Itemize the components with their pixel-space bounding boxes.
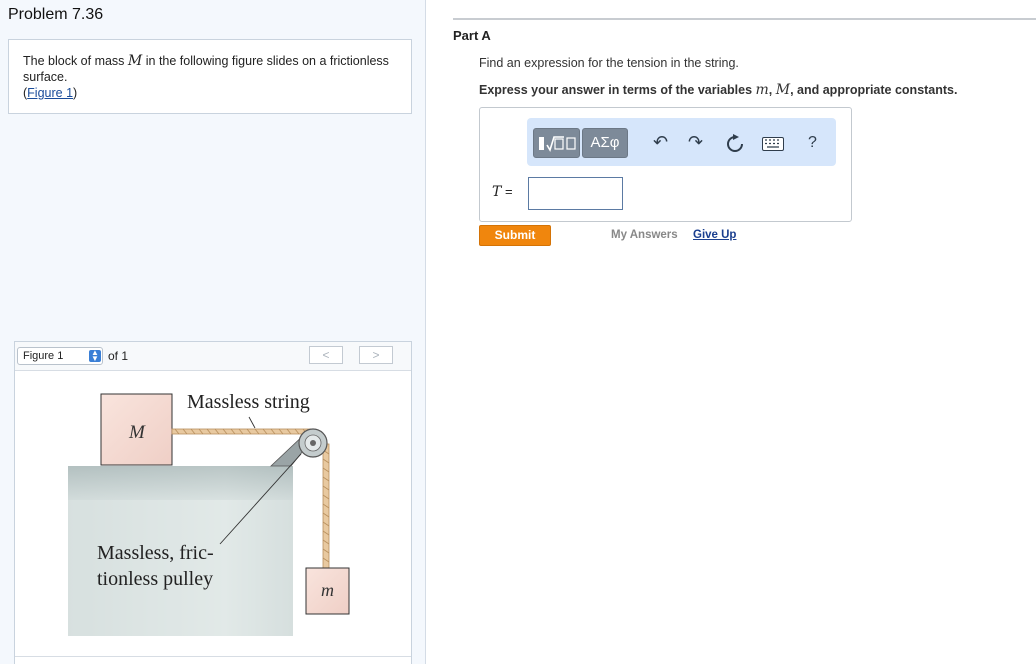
part-divider xyxy=(453,18,1036,20)
part-title: Part A xyxy=(453,28,491,43)
instruction-prefix: Express your answer in terms of the vari… xyxy=(479,83,753,97)
variable-m: m xyxy=(755,82,769,98)
instruction-suffix: , and appropriate constants. xyxy=(790,83,958,97)
templates-icon xyxy=(539,136,576,152)
chevron-updown-icon: ▲ ▼ xyxy=(89,349,101,363)
problem-statement: The block of mass M in the following fig… xyxy=(8,39,412,114)
answer-editor: ΑΣφ ↶ ↷ ? T = xyxy=(479,107,852,222)
pulley xyxy=(269,428,328,467)
my-answers-link[interactable]: My Answers xyxy=(611,229,678,241)
problem-pane: Problem 7.36 The block of mass M in the … xyxy=(0,0,426,664)
previous-figure-button[interactable]: < xyxy=(309,346,343,364)
pulley-diagram: M m Massless string Massless, fric- tion… xyxy=(68,391,350,636)
figure-selector-value: Figure 1 xyxy=(23,350,64,362)
answer-variable-T: T xyxy=(492,184,502,200)
submit-button[interactable]: Submit xyxy=(479,225,551,246)
next-figure-button[interactable]: > xyxy=(359,346,393,364)
question-text: Find an expression for the tension in th… xyxy=(479,56,739,70)
redo-icon[interactable]: ↷ xyxy=(688,132,703,152)
figure-bottom-divider xyxy=(15,656,411,657)
block-m-label: m xyxy=(321,580,334,600)
instruction-separator: , xyxy=(768,83,776,97)
figure-panel: Figure 1 ▲ ▼ of 1 < > M m Massless strin… xyxy=(14,341,412,664)
greek-letters-button[interactable]: ΑΣφ xyxy=(582,128,628,158)
answer-input[interactable] xyxy=(528,177,623,210)
undo-icon[interactable]: ↶ xyxy=(653,132,668,152)
give-up-link[interactable]: Give Up xyxy=(693,229,736,241)
pulley-label-line2: tionless pulley xyxy=(97,568,213,590)
pulley-label-line1: Massless, fric- xyxy=(97,542,214,564)
figure-link-close-paren: ) xyxy=(73,86,78,100)
variable-M: M xyxy=(775,82,791,98)
problem-title: Problem 7.36 xyxy=(8,6,104,23)
help-button[interactable]: ? xyxy=(808,133,817,153)
templates-button[interactable] xyxy=(533,128,580,158)
keyboard-icon[interactable] xyxy=(762,137,784,151)
reset-icon[interactable] xyxy=(725,134,745,154)
string-label: Massless string xyxy=(187,391,310,413)
figure-selector[interactable]: Figure 1 ▲ ▼ xyxy=(17,347,103,365)
answer-variable-label: T = xyxy=(492,184,513,200)
string-leader-line xyxy=(248,416,256,429)
figure-toolbar: Figure 1 ▲ ▼ of 1 < > xyxy=(15,342,411,371)
problem-text-start: The block of mass xyxy=(23,54,125,68)
answer-instruction: Express your answer in terms of the vari… xyxy=(479,82,957,98)
math-toolbar: ΑΣφ ↶ ↷ ? xyxy=(527,118,836,166)
string-horizontal xyxy=(171,428,312,435)
figure-count: of 1 xyxy=(108,349,129,363)
string-vertical xyxy=(322,443,330,569)
figure-link[interactable]: Figure 1 xyxy=(27,86,73,100)
block-M-label: M xyxy=(128,422,146,443)
mass-variable-M: M xyxy=(127,53,143,69)
